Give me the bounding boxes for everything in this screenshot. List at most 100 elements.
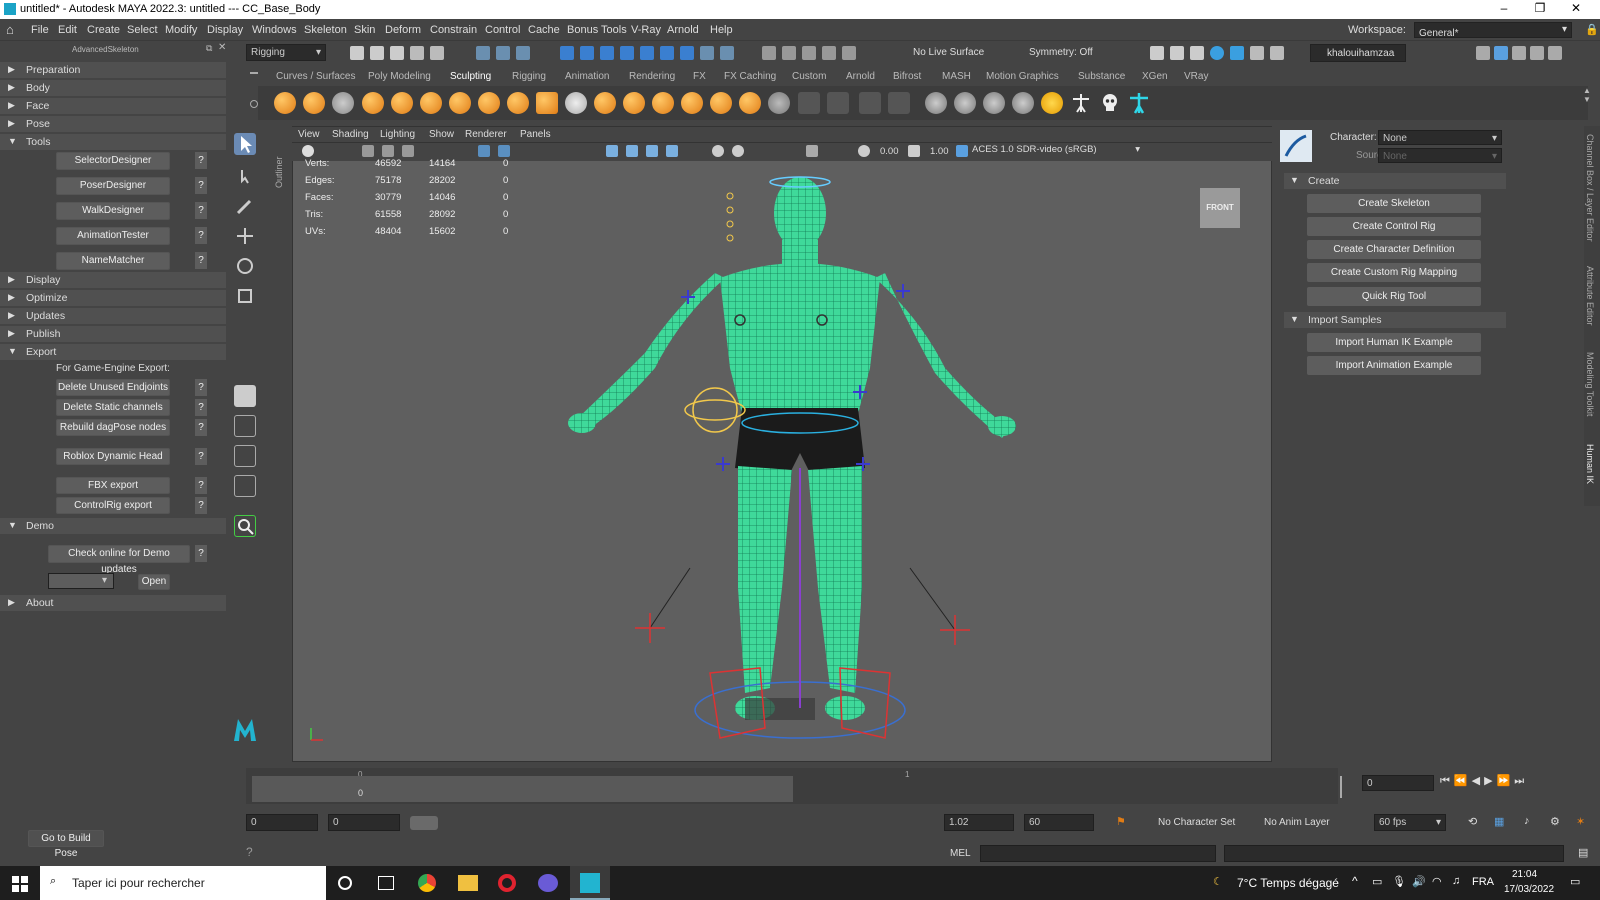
controlrig-export-button[interactable]: ControlRig export <box>56 497 170 514</box>
menu-vray[interactable]: V-Ray <box>631 24 661 36</box>
maximize-button[interactable]: ❐ <box>1526 1 1554 18</box>
exposure-icon[interactable] <box>858 145 870 157</box>
delete-static-channels-button[interactable]: Delete Static channels <box>56 399 170 416</box>
viewport-menu-renderer[interactable]: Renderer <box>465 129 507 140</box>
view-cube[interactable]: FRONT <box>1200 188 1240 228</box>
four-view-layout-icon[interactable] <box>234 415 256 437</box>
menu-edit[interactable]: Edit <box>58 24 77 36</box>
go-to-start-icon[interactable]: ⏮ <box>1440 775 1454 787</box>
windows-start-icon[interactable] <box>12 876 28 892</box>
viewport-menu-panels[interactable]: Panels <box>520 129 551 140</box>
section-display[interactable]: ▶ Display <box>0 272 226 288</box>
menuset-dropdown[interactable]: Rigging ▾ <box>246 44 326 61</box>
pause-icon[interactable] <box>1270 46 1284 60</box>
wireframe-icon[interactable] <box>606 145 618 157</box>
flatten-tool-icon[interactable] <box>420 92 442 114</box>
tab-attribute-editor[interactable]: Attribute Editor <box>1585 266 1595 326</box>
knife-tool-icon[interactable] <box>652 92 674 114</box>
tab-curves-surfaces[interactable]: Curves / Surfaces <box>276 71 355 82</box>
tab-substance[interactable]: Substance <box>1078 71 1125 82</box>
auto-key-icon[interactable]: ⚑ <box>1116 815 1126 828</box>
notification-icon[interactable]: ▭ <box>1570 875 1580 888</box>
input-ops-icon[interactable] <box>802 46 816 60</box>
clock-date[interactable]: 17/03/2022 <box>1504 884 1554 895</box>
snap-surface-icon[interactable] <box>640 46 654 60</box>
layer-icon[interactable] <box>983 92 1005 114</box>
modeling-toolkit-icon[interactable] <box>1476 46 1490 60</box>
help-button[interactable]: ? <box>195 177 207 194</box>
section-import-samples[interactable]: ▼ Import Samples <box>1284 312 1506 328</box>
time-slider[interactable]: 0 1 0 <box>246 768 1342 804</box>
output-ops-icon[interactable] <box>822 46 836 60</box>
camera-select-icon[interactable] <box>302 145 314 157</box>
snap-point-icon[interactable] <box>600 46 614 60</box>
menu-deform[interactable]: Deform <box>385 24 421 36</box>
snap-curve-icon[interactable] <box>580 46 594 60</box>
go-to-build-pose-button[interactable]: Go to Build Pose <box>28 830 104 859</box>
smooth-tool-icon[interactable] <box>303 92 325 114</box>
history-icon[interactable] <box>720 46 734 60</box>
help-button[interactable]: ? <box>195 379 207 396</box>
shelf-menu-icon[interactable] <box>250 72 258 74</box>
select-tool-icon[interactable] <box>234 133 256 155</box>
help-button[interactable]: ? <box>195 545 207 562</box>
create-skeleton-button[interactable]: Create Skeleton <box>1307 194 1481 213</box>
step-forward-icon[interactable]: ⏩ <box>1497 775 1515 787</box>
sound-icon[interactable]: ♪ <box>1524 815 1530 827</box>
attribute-editor-icon[interactable] <box>1494 46 1508 60</box>
help-button[interactable]: ? <box>195 419 207 436</box>
tab-sculpting[interactable]: Sculpting <box>450 71 491 82</box>
import-animation-example-button[interactable]: Import Animation Example <box>1307 356 1481 375</box>
tray-up-icon[interactable]: ^ <box>1352 874 1358 888</box>
menu-file[interactable]: File <box>31 24 49 36</box>
speaker-icon[interactable]: ♫ <box>1452 875 1460 887</box>
snap-grid-icon[interactable] <box>560 46 574 60</box>
opera-icon[interactable] <box>498 874 516 892</box>
save-scene-icon[interactable] <box>390 46 404 60</box>
character-wireframe-model[interactable] <box>560 168 1030 768</box>
menu-modify[interactable]: Modify <box>165 24 197 36</box>
menu-constrain[interactable]: Constrain <box>430 24 477 36</box>
delete-unused-endjoints-button[interactable]: Delete Unused Endjoints <box>56 379 170 396</box>
rotate-tool-icon[interactable] <box>234 255 256 277</box>
freeze-tool-icon[interactable] <box>768 92 790 114</box>
outliner-tab[interactable]: Outliner <box>274 128 288 188</box>
clock-time[interactable]: 21:04 <box>1512 869 1537 880</box>
anim-prefs-icon[interactable]: ✶ <box>1576 815 1585 828</box>
select-object-icon[interactable] <box>496 46 510 60</box>
spray-tool-icon[interactable] <box>478 92 500 114</box>
new-scene-icon[interactable] <box>350 46 364 60</box>
tab-channel-box[interactable]: Channel Box / Layer Editor <box>1585 134 1595 242</box>
bulge-tool-icon[interactable] <box>710 92 732 114</box>
section-face[interactable]: ▶ Face <box>0 98 226 114</box>
tab-animation[interactable]: Animation <box>565 71 609 82</box>
tab-vray[interactable]: VRay <box>1184 71 1208 82</box>
step-back-frame-icon[interactable]: ◀ <box>1472 775 1484 787</box>
arnold-render-icon[interactable] <box>1250 46 1264 60</box>
help-button[interactable]: ? <box>195 252 207 269</box>
workspace-dropdown[interactable]: General* ▾ <box>1414 22 1572 39</box>
smear-tool-icon[interactable] <box>681 92 703 114</box>
human-ik-figure-icon[interactable] <box>1128 92 1150 114</box>
live-surface-label[interactable]: No Live Surface <box>913 47 984 58</box>
relax-tool-icon[interactable] <box>332 92 354 114</box>
camera-attributes-icon[interactable] <box>362 145 374 157</box>
stamp-icon[interactable] <box>798 92 820 114</box>
tab-xgen[interactable]: XGen <box>1142 71 1168 82</box>
create-custom-rig-mapping-button[interactable]: Create Custom Rig Mapping <box>1307 263 1481 282</box>
layer-editor-icon[interactable] <box>1548 46 1562 60</box>
snap-pivot-icon[interactable] <box>660 46 674 60</box>
tab-mash[interactable]: MASH <box>942 71 971 82</box>
viewport-menu-show[interactable]: Show <box>429 129 454 140</box>
viewport-menu-lighting[interactable]: Lighting <box>380 129 415 140</box>
colorspace-dropdown[interactable]: ACES 1.0 SDR-video (sRGB) ▾ <box>972 144 1144 159</box>
select-component-icon[interactable] <box>516 46 530 60</box>
loop-icon[interactable]: ⟲ <box>1468 815 1477 828</box>
microphone-icon[interactable]: 🎙 <box>1392 875 1406 888</box>
character-dropdown[interactable]: None ▾ <box>1378 130 1502 145</box>
bookmark-icon[interactable] <box>382 145 394 157</box>
textured-icon[interactable] <box>666 145 678 157</box>
tab-poly-modeling[interactable]: Poly Modeling <box>368 71 431 82</box>
shelf-settings-icon[interactable] <box>250 100 258 108</box>
demo-select[interactable]: ▾ <box>48 573 114 589</box>
